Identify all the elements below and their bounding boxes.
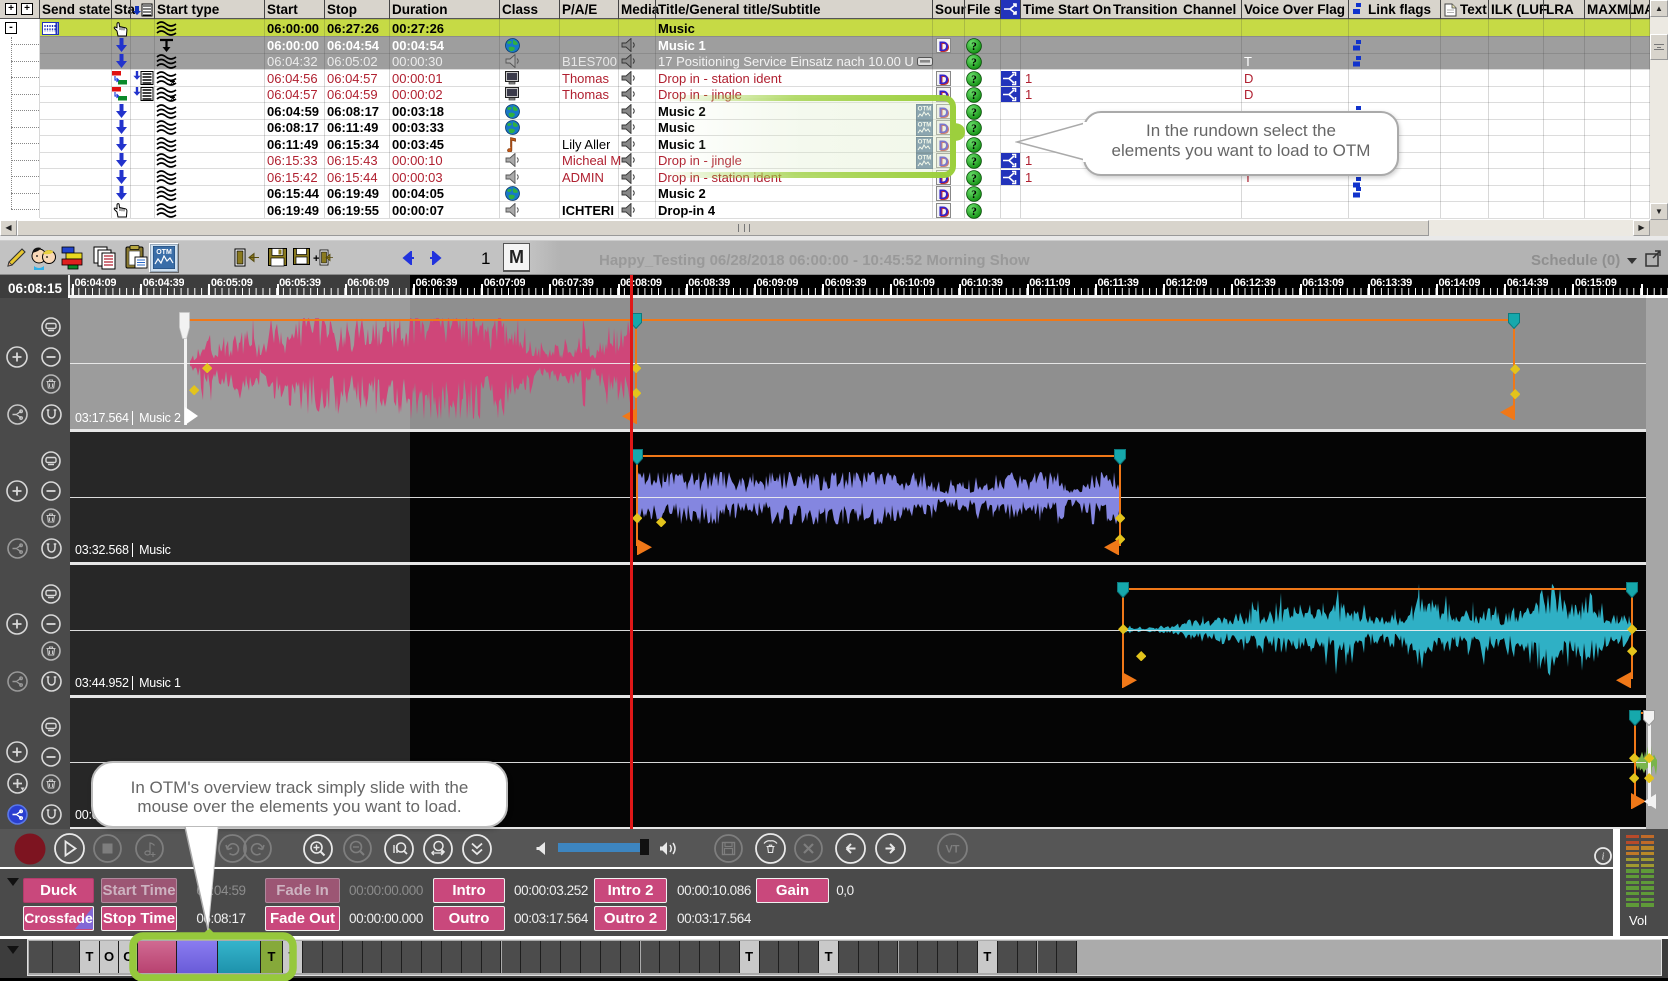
svg-text:i: i xyxy=(1602,851,1605,862)
svg-text:VT: VT xyxy=(945,844,959,856)
